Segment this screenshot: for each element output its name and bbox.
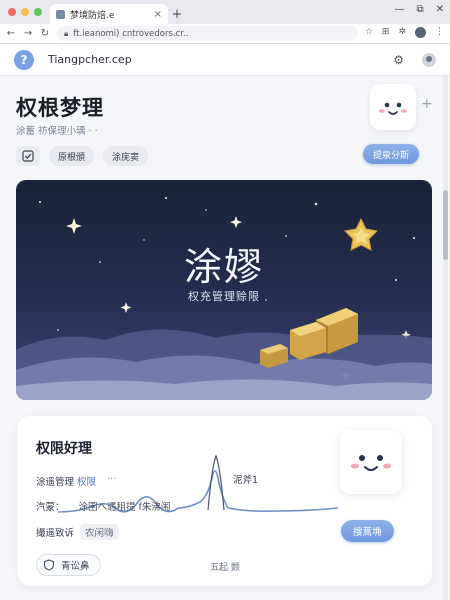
app-header: ? Tiangpcher.cep ⚙ bbox=[0, 44, 450, 76]
chip-1[interactable]: 涂庑窦 bbox=[103, 146, 149, 166]
add-icon[interactable]: + bbox=[421, 96, 433, 112]
permission-card: 权限好理 涂遥管理 权限 ··· 泥斧1 汽蒙： 涂圉へ遇租提 f朱沸闱 撮遥致… bbox=[18, 416, 432, 586]
status-overlay-text: 涂圉へ遇租提 f朱沸闱 bbox=[78, 502, 171, 513]
back-arrow-icon[interactable]: ← bbox=[6, 28, 16, 39]
tab-title: 梦境防焙.e bbox=[70, 10, 115, 21]
page-title: 权根梦理 bbox=[16, 96, 104, 120]
primary-action-button[interactable]: 提泉分斯 bbox=[363, 144, 420, 164]
hero-banner: 涂嫪 权充管理赊限 bbox=[16, 180, 432, 400]
window-traffic-lights bbox=[0, 0, 50, 24]
permission-row: 涂遥管理 权限 ··· bbox=[36, 474, 116, 488]
main-page: 权根梦理 涂蓄 祊保理小瑀 · · + 原根頒 涂庑窦 提泉分斯 涂嫪 权充管理… bbox=[0, 76, 450, 600]
menu-kebab-icon[interactable]: ⋮ bbox=[435, 27, 444, 41]
minimize-window-dot[interactable] bbox=[21, 8, 29, 16]
hero-title: 涂嫪 bbox=[183, 245, 264, 289]
profile-icon[interactable] bbox=[415, 26, 426, 41]
user-avatar[interactable] bbox=[422, 52, 436, 67]
select-all-checkbox[interactable] bbox=[16, 146, 40, 166]
reload-icon[interactable]: ↻ bbox=[40, 28, 50, 39]
star-icon bbox=[229, 216, 243, 229]
shield-icon bbox=[43, 559, 55, 571]
submit-tag[interactable]: 农闲嗨 bbox=[80, 524, 119, 540]
checkbox-icon bbox=[22, 150, 34, 162]
submit-row: 撮遥致诉 农闲嗨 bbox=[36, 524, 119, 540]
url-text: ft.ieanomi) cntrovedors.cr.. bbox=[73, 28, 189, 39]
help-button[interactable]: ? bbox=[14, 49, 34, 70]
submit-label: 撮遥致诉 bbox=[36, 528, 75, 539]
lock-icon: 🔒︎ bbox=[64, 28, 69, 38]
mascot-face-icon bbox=[351, 455, 391, 471]
browser-tabbar: 梦境防焙.e × + — ⧉ ✕ bbox=[0, 0, 450, 24]
puzzle-icon[interactable]: ✲ bbox=[398, 27, 406, 41]
extension-icon[interactable]: ⊞ bbox=[382, 27, 390, 41]
maximize-window-dot[interactable] bbox=[34, 8, 42, 16]
card-mascot bbox=[340, 430, 402, 494]
close-icon[interactable]: ✕ bbox=[436, 4, 444, 15]
star-icon bbox=[66, 218, 82, 234]
more-dots-icon[interactable]: ··· bbox=[107, 474, 116, 488]
row-highlight[interactable]: 权限 bbox=[77, 474, 96, 488]
mascot-avatar[interactable] bbox=[370, 84, 416, 130]
url-field[interactable]: 🔒︎ ft.ieanomi) cntrovedors.cr.. bbox=[57, 26, 358, 41]
address-bar: ← → ↻ 🔒︎ ft.ieanomi) cntrovedors.cr.. ☆ … bbox=[0, 24, 450, 44]
card-footer-text: 五起 颤 bbox=[210, 563, 240, 573]
forward-arrow-icon[interactable]: → bbox=[23, 28, 33, 39]
minimize-icon[interactable]: — bbox=[394, 4, 404, 15]
hero-subtitle: 权充管理赊限 bbox=[188, 290, 260, 303]
browser-tab[interactable]: 梦境防焙.e × bbox=[50, 4, 168, 24]
scrollbar-track[interactable] bbox=[443, 76, 448, 600]
browser-toolbar-icons: ☆ ⊞ ✲ ⋮ bbox=[365, 26, 444, 41]
window-controls: — ⧉ ✕ bbox=[394, 4, 444, 15]
chip-0[interactable]: 原根頒 bbox=[49, 146, 95, 166]
peak-label: 泥斧1 bbox=[233, 475, 259, 486]
filter-chip-row: 原根頒 涂庑窦 bbox=[16, 146, 149, 166]
status-row: 汽蒙： 涂圉へ遇租提 f朱沸闱 bbox=[36, 499, 170, 513]
favicon-icon bbox=[56, 9, 65, 19]
mascot-face-icon bbox=[379, 102, 407, 115]
status-label: 汽蒙： bbox=[36, 502, 65, 513]
card-title: 权限好理 bbox=[36, 441, 92, 457]
restore-icon[interactable]: ⧉ bbox=[416, 4, 423, 15]
row-label: 涂遥管理 bbox=[36, 477, 75, 488]
bookmark-icon[interactable]: ☆ bbox=[365, 27, 373, 41]
shield-button[interactable]: 青讼鼻 bbox=[36, 554, 101, 576]
shield-button-label: 青讼鼻 bbox=[61, 561, 90, 572]
scrollbar-thumb[interactable] bbox=[443, 190, 448, 260]
page-subtitle: 涂蓄 祊保理小瑀 · · bbox=[16, 126, 98, 137]
settings-gear-icon[interactable]: ⚙ bbox=[393, 53, 404, 67]
app-name: Tiangpcher.cep bbox=[48, 53, 132, 66]
card-action-button[interactable]: 搜蒿埆 bbox=[341, 520, 394, 542]
new-tab-button[interactable]: + bbox=[168, 4, 186, 24]
header-actions: ⚙ bbox=[393, 52, 436, 67]
tab-close-icon[interactable]: × bbox=[154, 9, 162, 20]
close-window-dot[interactable] bbox=[8, 8, 16, 16]
